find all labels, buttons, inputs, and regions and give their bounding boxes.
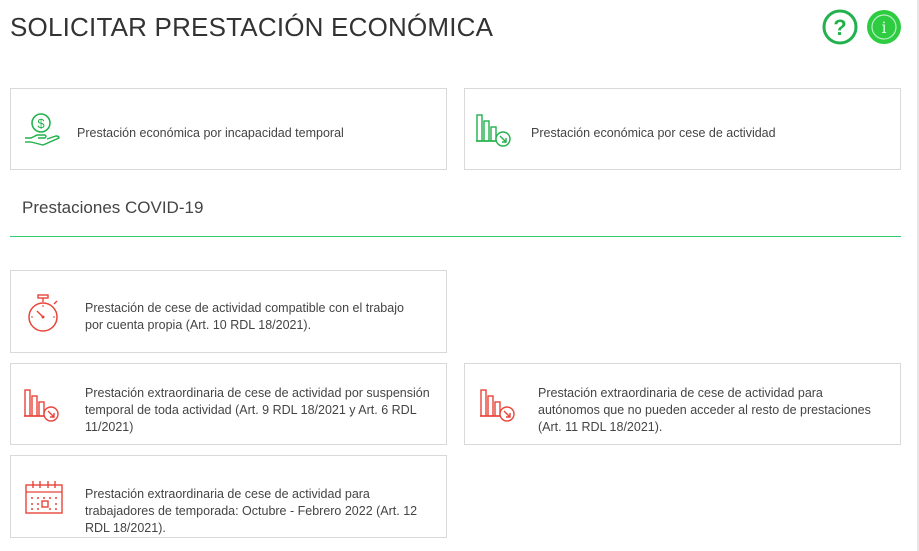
card-label: Prestación extraordinaria de cese de act… <box>85 386 430 434</box>
calendar-icon <box>25 480 63 516</box>
info-icon[interactable]: i <box>866 9 902 45</box>
card-incapacidad-temporal[interactable]: $ Prestación económica por incapacidad t… <box>10 88 447 170</box>
bar-chart-down-icon <box>23 386 61 424</box>
card-label: Prestación extraordinaria de cese de act… <box>538 386 871 434</box>
bar-chart-down-icon <box>479 386 517 424</box>
card-label: Prestación de cese de actividad compatib… <box>85 301 404 332</box>
section-title-covid: Prestaciones COVID-19 <box>22 198 204 217</box>
help-glyph: ? <box>833 15 846 40</box>
card-cese-actividad[interactable]: Prestación económica por cese de activid… <box>464 88 901 170</box>
card-label: Prestación extraordinaria de cese de act… <box>85 487 418 535</box>
page-title: SOLICITAR PRESTACIÓN ECONÓMICA <box>10 12 494 42</box>
money-hand-icon: $ <box>23 111 61 149</box>
page-header: SOLICITAR PRESTACIÓN ECONÓMICA ? i <box>10 8 905 48</box>
card-covid-compatible[interactable]: Prestación de cese de actividad compatib… <box>10 270 447 353</box>
stopwatch-icon <box>25 293 63 333</box>
bar-chart-down-icon <box>475 111 513 149</box>
section-divider <box>10 236 901 237</box>
info-glyph: i <box>881 18 886 37</box>
svg-text:$: $ <box>37 116 45 131</box>
card-covid-suspension-temporal[interactable]: Prestación extraordinaria de cese de act… <box>10 363 447 445</box>
card-covid-autonomos[interactable]: Prestación extraordinaria de cese de act… <box>464 363 901 445</box>
card-covid-temporada[interactable]: Prestación extraordinaria de cese de act… <box>10 455 447 538</box>
card-label: Prestación económica por incapacidad tem… <box>77 126 344 140</box>
card-label: Prestación económica por cese de activid… <box>531 126 776 140</box>
help-icon[interactable]: ? <box>822 9 858 45</box>
